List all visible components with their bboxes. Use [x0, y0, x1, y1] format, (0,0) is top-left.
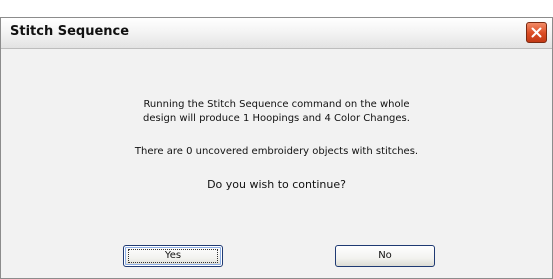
stitch-sequence-dialog: Stitch Sequence Running the Stitch Seque… — [0, 17, 553, 279]
dialog-title: Stitch Sequence — [10, 24, 130, 39]
focus-rectangle — [128, 249, 218, 263]
uncovered-objects-text: There are 0 uncovered embroidery objects… — [134, 146, 419, 157]
close-icon — [531, 27, 542, 38]
title-bar[interactable]: Stitch Sequence — [1, 18, 552, 49]
message-line-2: design will produce 1 Hoopings and 4 Col… — [143, 113, 410, 124]
no-button[interactable]: No — [335, 245, 435, 267]
continue-question: Do you wish to continue? — [207, 178, 346, 191]
message-line-1: Running the Stitch Sequence command on t… — [143, 99, 410, 110]
close-button[interactable] — [526, 22, 547, 43]
no-button-label: No — [378, 250, 392, 261]
yes-button[interactable]: Yes — [123, 245, 223, 267]
